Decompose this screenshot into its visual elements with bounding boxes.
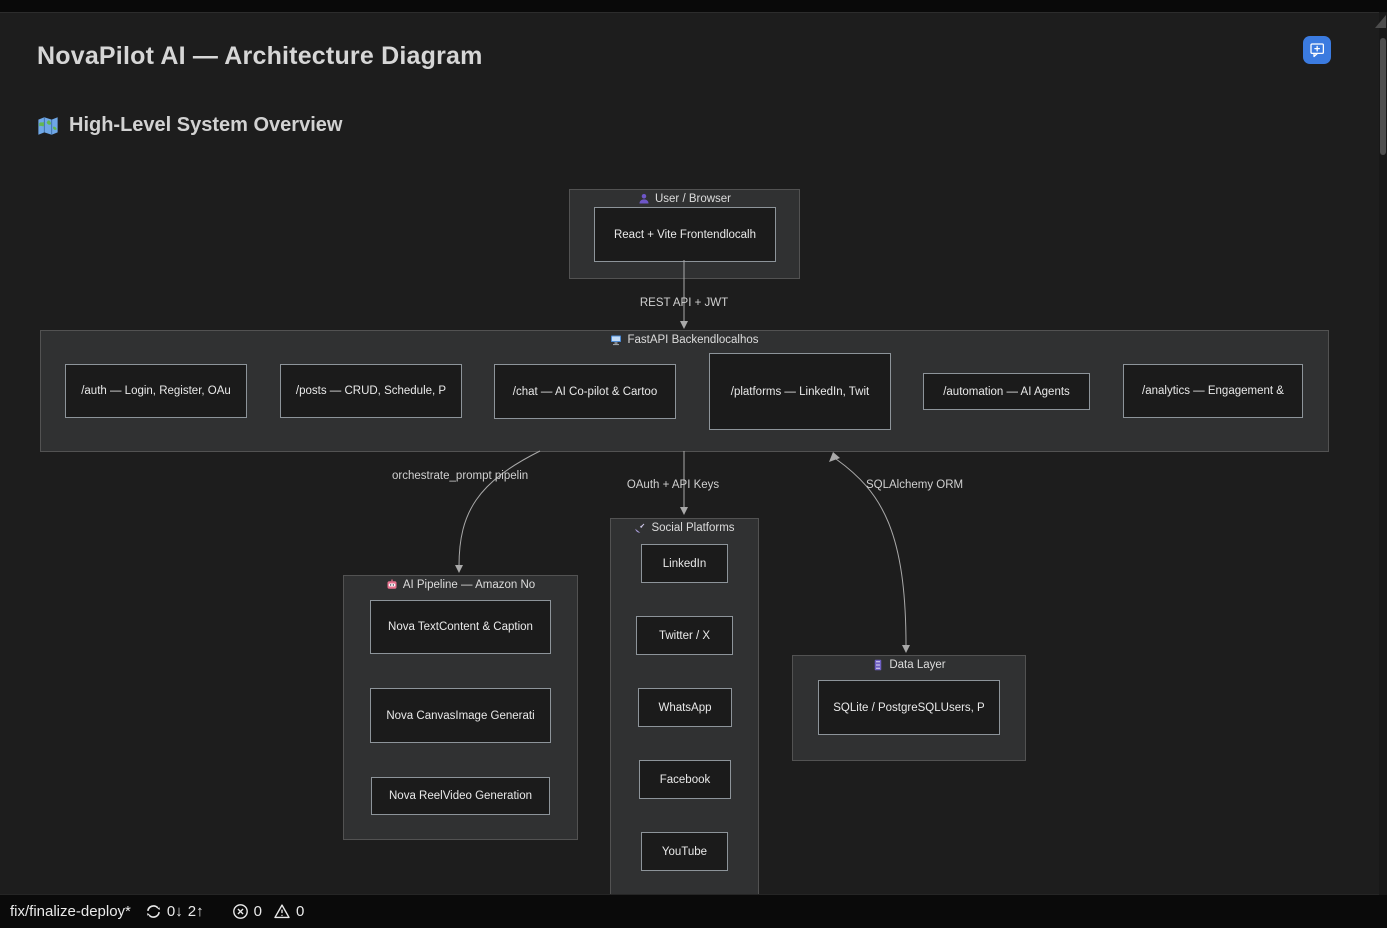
- node-posts: /posts — CRUD, Schedule, P: [280, 364, 462, 418]
- edge-label-sqlalchemy: SQLAlchemy ORM: [866, 479, 964, 491]
- edge-label-rest-api: REST API + JWT: [639, 297, 729, 309]
- comment-add-icon: [1308, 41, 1326, 59]
- window-titlebar: [0, 0, 1387, 13]
- node-nova-canvas: Nova CanvasImage Generati: [370, 688, 551, 743]
- problems-item[interactable]: 0 0: [226, 895, 311, 928]
- cluster-fastapi-label: FastAPI Backendlocalhos: [41, 334, 1328, 346]
- error-circle-icon: [232, 903, 249, 920]
- node-nova-reel: Nova ReelVideo Generation: [371, 777, 550, 815]
- node-youtube: YouTube: [641, 832, 728, 871]
- node-sqlite-postgres: SQLite / PostgreSQLUsers, P: [818, 680, 1000, 735]
- git-sync-item[interactable]: 0↓ 2↑: [139, 895, 210, 928]
- sync-behind-count: 0↓: [166, 903, 183, 920]
- arrowhead-into-fastapi: [680, 321, 688, 329]
- git-branch-label: fix/finalize-deploy*: [10, 903, 131, 920]
- arrowhead-into-datalayer: [902, 645, 910, 653]
- node-automation: /automation — AI Agents: [923, 373, 1090, 410]
- page-title: NovaPilot AI — Architecture Diagram: [37, 42, 483, 70]
- robot-icon: [386, 579, 398, 591]
- scrollbar-thumb[interactable]: [1380, 38, 1386, 155]
- node-react-frontend: React + Vite Frontendlocalh: [594, 207, 776, 262]
- person-icon: [638, 193, 650, 205]
- add-comment-button[interactable]: [1303, 36, 1331, 64]
- node-twitter-x: Twitter / X: [636, 616, 733, 655]
- cluster-user-browser-label: User / Browser: [570, 193, 799, 205]
- node-chat: /chat — AI Co-pilot & Cartoo: [494, 364, 676, 419]
- sync-icon: [145, 903, 162, 920]
- warning-count: 0: [295, 903, 305, 920]
- node-nova-text: Nova TextContent & Caption: [370, 600, 551, 654]
- cluster-social-label: Social Platforms: [611, 522, 758, 534]
- node-platforms: /platforms — LinkedIn, Twit: [709, 353, 891, 430]
- section-heading-text: High-Level System Overview: [69, 114, 343, 136]
- arrowhead-into-aipipeline: [455, 565, 463, 573]
- section-heading: High-Level System Overview: [37, 114, 342, 137]
- world-map-icon: [37, 115, 59, 137]
- file-cabinet-icon: [872, 659, 884, 671]
- monitor-icon: [610, 334, 622, 346]
- node-facebook: Facebook: [639, 760, 731, 799]
- git-branch-item[interactable]: fix/finalize-deploy*: [4, 895, 137, 928]
- error-count: 0: [253, 903, 262, 920]
- node-analytics: /analytics — Engagement &: [1123, 364, 1303, 418]
- edge-label-oauth: OAuth + API Keys: [626, 479, 720, 491]
- sync-ahead-count: 2↑: [187, 903, 204, 920]
- warning-triangle-icon: [273, 903, 291, 920]
- node-whatsapp: WhatsApp: [638, 688, 732, 727]
- cluster-ai-pipeline-label: AI Pipeline — Amazon No: [344, 579, 577, 591]
- status-bar: fix/finalize-deploy* 0↓ 2↑ 0 0: [0, 894, 1387, 928]
- cluster-data-layer-label: Data Layer: [793, 659, 1025, 671]
- arrowhead-into-social: [680, 507, 688, 515]
- edge-label-orchestrate: orchestrate_prompt pipelin: [392, 470, 529, 482]
- arrowhead-into-fastapi-bottom: [829, 452, 840, 462]
- edge-fastapi-to-aipipeline: [458, 450, 541, 567]
- node-auth: /auth — Login, Register, OAu: [65, 364, 247, 418]
- satellite-icon: [634, 522, 646, 534]
- scroll-corner-grip: [1375, 15, 1386, 28]
- node-linkedin: LinkedIn: [641, 544, 728, 583]
